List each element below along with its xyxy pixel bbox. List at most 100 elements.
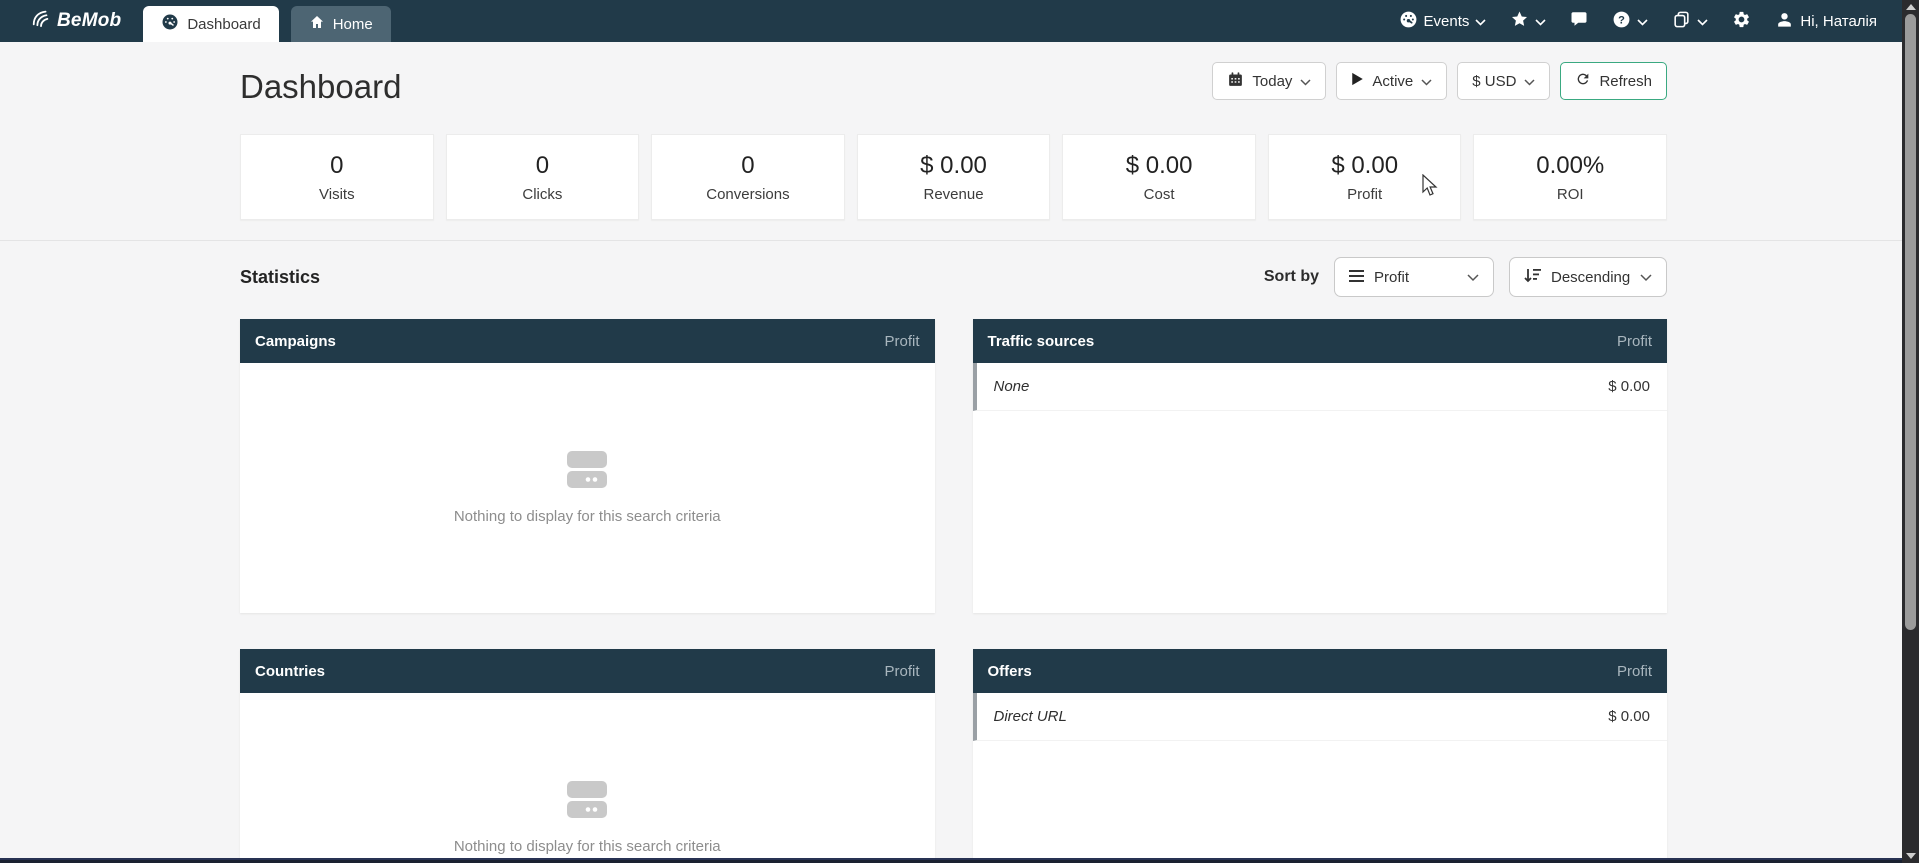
revenue-value: $ 0.00 (920, 152, 987, 180)
table-row: None $ 0.00 (973, 363, 1668, 411)
chevron-down-icon (1535, 13, 1546, 30)
campaigns-metric-column: Profit (884, 333, 919, 350)
dashboard-controls: Today Active $ USD (1212, 62, 1667, 100)
campaigns-empty-text: Nothing to display for this search crite… (454, 508, 721, 525)
countries-empty-text: Nothing to display for this search crite… (454, 838, 721, 855)
stat-card-visits: 0 Visits (240, 134, 434, 220)
countries-panel-header: Countries Profit (240, 649, 935, 693)
sort-order-value: Descending (1551, 269, 1630, 286)
greeting-label: Hi, Наталія (1800, 13, 1877, 30)
profit-label: Profit (1347, 186, 1382, 203)
dashboard-page: Dashboard Today Active (0, 42, 1919, 863)
chevron-down-icon (1524, 73, 1535, 90)
chevron-down-icon (1467, 269, 1479, 286)
bottom-window-edge (0, 858, 1902, 863)
currency-button[interactable]: $ USD (1457, 62, 1550, 100)
chevron-down-icon (1300, 73, 1311, 90)
roi-label: ROI (1557, 186, 1584, 203)
stat-card-profit: $ 0.00 Profit (1268, 134, 1462, 220)
messages-button[interactable] (1570, 10, 1588, 32)
vertical-scrollbar[interactable] (1902, 0, 1919, 863)
traffic-sources-metric-column: Profit (1617, 333, 1652, 350)
copy-stack-icon (1672, 10, 1691, 33)
scrollbar-thumb[interactable] (1905, 14, 1916, 630)
sort-descending-icon (1524, 268, 1541, 287)
home-icon (309, 14, 325, 34)
traffic-filter-label: Active (1372, 73, 1413, 90)
tab-home-label: Home (333, 16, 373, 33)
cost-value: $ 0.00 (1126, 152, 1193, 180)
gear-icon (1732, 10, 1751, 33)
help-menu[interactable]: ? (1612, 10, 1648, 33)
calendar-icon (1227, 71, 1244, 92)
sort-order-select[interactable]: Descending (1509, 257, 1667, 297)
offers-panel-body: Direct URL $ 0.00 (973, 693, 1668, 863)
tab-home[interactable]: Home (291, 6, 391, 42)
refresh-icon (1575, 71, 1591, 91)
pages-menu[interactable] (1672, 10, 1708, 33)
page-title: Dashboard (240, 68, 401, 106)
stat-card-cost: $ 0.00 Cost (1062, 134, 1256, 220)
traffic-sources-panel: Traffic sources Profit None $ 0.00 (973, 319, 1668, 613)
campaigns-panel: Campaigns Profit Nothing to display for … (240, 319, 935, 613)
sort-by-label: Sort by (1264, 268, 1319, 286)
events-menu[interactable]: Events (1399, 10, 1487, 33)
stat-card-conversions: 0 Conversions (651, 134, 845, 220)
roi-value: 0.00% (1536, 152, 1604, 180)
bemob-logo-text: BeMob (57, 10, 121, 32)
date-range-button[interactable]: Today (1212, 62, 1326, 100)
topbar: BeMob Dashboard Home Events (0, 0, 1919, 42)
date-range-label: Today (1252, 73, 1292, 90)
chevron-down-icon (1637, 13, 1648, 30)
countries-panel-title: Countries (255, 663, 325, 680)
question-circle-icon: ? (1612, 10, 1631, 33)
profit-value: $ 0.00 (1331, 152, 1398, 180)
account-menu[interactable]: Hi, Наталія (1775, 10, 1877, 33)
offers-panel-title: Offers (988, 663, 1032, 680)
offers-metric-column: Profit (1617, 663, 1652, 680)
tab-dashboard[interactable]: Dashboard (143, 6, 278, 42)
statistics-panels: Campaigns Profit Nothing to display for … (0, 297, 1919, 863)
conversions-value: 0 (741, 152, 754, 180)
bemob-logo[interactable]: BeMob (30, 8, 121, 34)
gauge-icon (161, 13, 179, 35)
favorites-menu[interactable] (1510, 10, 1546, 32)
empty-data-icon (564, 451, 610, 494)
star-icon (1510, 10, 1529, 32)
stat-card-roi: 0.00% ROI (1473, 134, 1667, 220)
row-name: None (994, 378, 1030, 395)
play-icon (1351, 72, 1364, 90)
settings-button[interactable] (1732, 10, 1751, 33)
traffic-sources-panel-header: Traffic sources Profit (973, 319, 1668, 363)
row-name: Direct URL (994, 708, 1067, 725)
row-value: $ 0.00 (1608, 708, 1650, 725)
sort-controls: Sort by Profit Descending (1264, 257, 1667, 297)
traffic-filter-button[interactable]: Active (1336, 62, 1447, 100)
sort-field-select[interactable]: Profit (1334, 257, 1494, 297)
offers-panel: Offers Profit Direct URL $ 0.00 (973, 649, 1668, 863)
visits-value: 0 (330, 152, 343, 180)
chevron-down-icon (1640, 269, 1652, 286)
clicks-value: 0 (536, 152, 549, 180)
currency-label: $ USD (1472, 73, 1516, 90)
row-value: $ 0.00 (1608, 378, 1650, 395)
chevron-down-icon (1697, 13, 1708, 30)
conversions-label: Conversions (706, 186, 789, 203)
traffic-sources-panel-body: None $ 0.00 (973, 363, 1668, 613)
table-row: Direct URL $ 0.00 (973, 693, 1668, 741)
topbar-tabs: Dashboard Home (143, 0, 390, 42)
topbar-actions: Events ? (1399, 10, 1889, 33)
bemob-wing-icon (30, 8, 52, 34)
empty-data-icon (564, 781, 610, 824)
clicks-label: Clicks (522, 186, 562, 203)
refresh-label: Refresh (1599, 73, 1652, 90)
scroll-down-arrow[interactable] (1906, 853, 1916, 859)
stats-summary-row: 0 Visits 0 Clicks 0 Conversions $ 0.00 R… (0, 106, 1919, 220)
statistics-heading: Statistics (240, 267, 320, 288)
svg-text:?: ? (1619, 14, 1626, 26)
chat-bubble-icon (1570, 10, 1588, 32)
chevron-down-icon (1475, 13, 1486, 30)
refresh-button[interactable]: Refresh (1560, 62, 1667, 100)
scroll-up-arrow[interactable] (1906, 4, 1916, 10)
list-icon (1349, 269, 1364, 286)
